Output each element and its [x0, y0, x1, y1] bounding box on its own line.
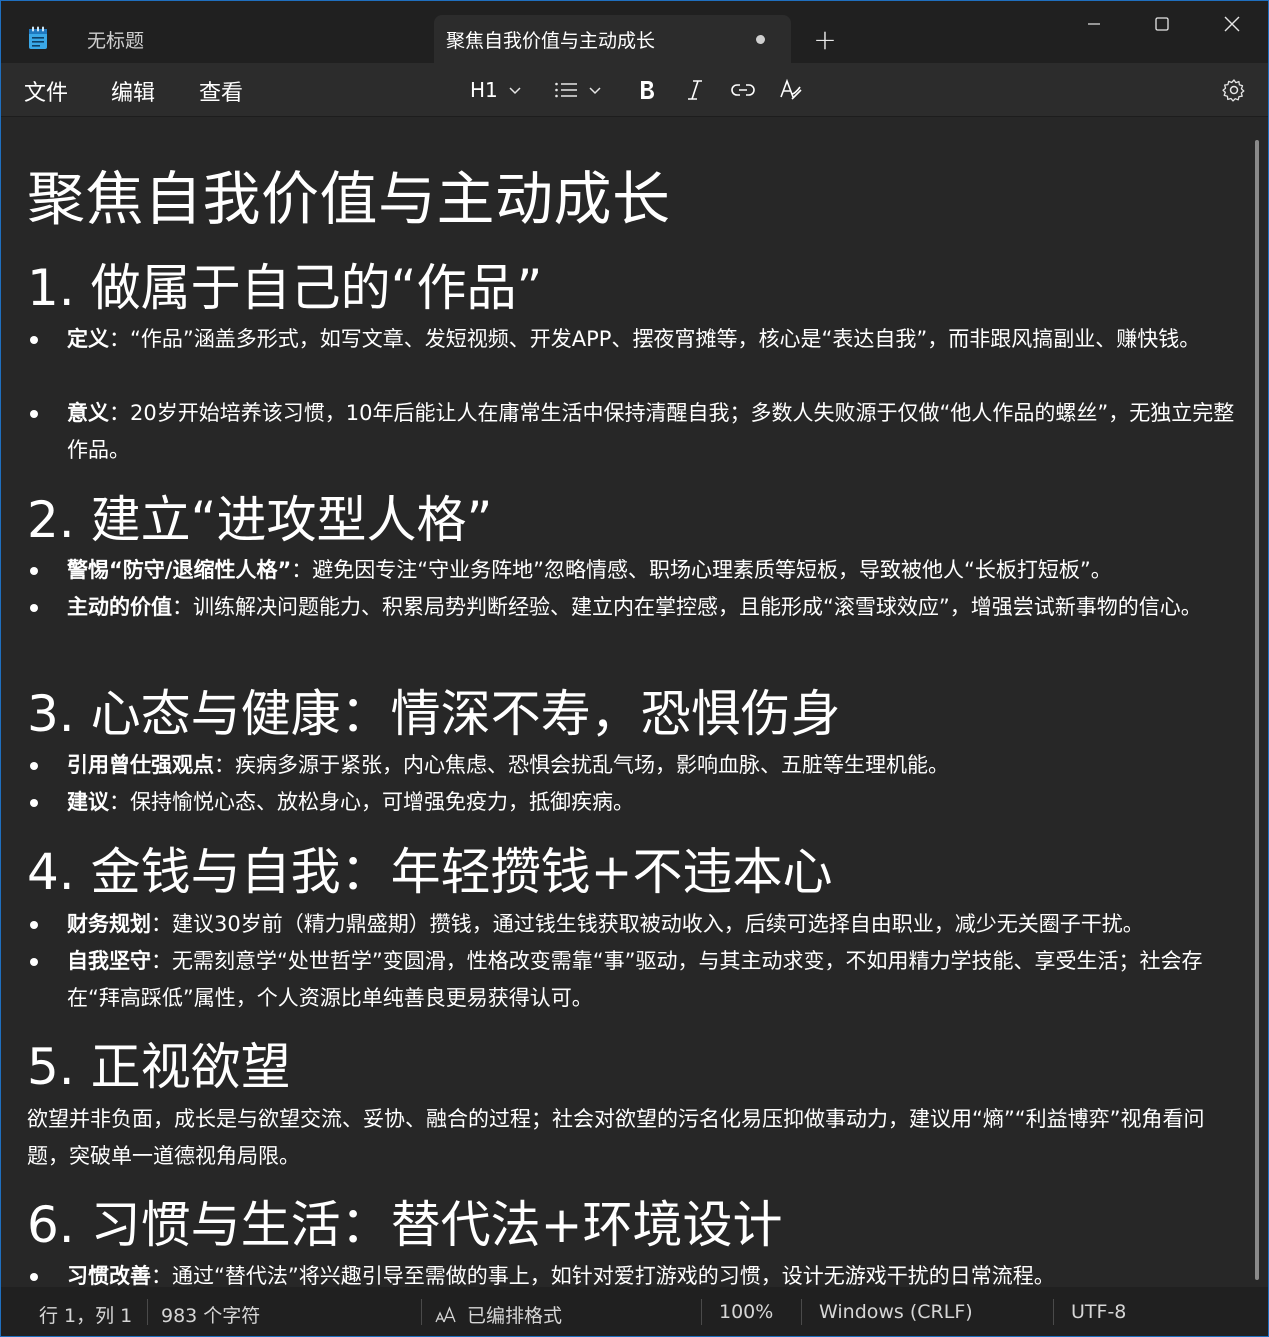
clear-formatting-icon: [780, 78, 802, 100]
menu-toolbar: 文件 编辑 查看 H1: [1, 63, 1268, 117]
bold-icon: [641, 81, 654, 99]
list-dropdown[interactable]: [554, 75, 602, 105]
list-item: 定义：“作品”涵盖多形式，如写文章、发短视频、开发APP、摆夜宵摊等，核心是“表…: [27, 321, 1243, 358]
bold-button[interactable]: [638, 75, 656, 105]
heading-dropdown[interactable]: H1: [470, 75, 522, 105]
formatting-status[interactable]: 已编排格式: [435, 1301, 562, 1328]
section-heading-1: 1. 做属于自己的“作品”: [27, 259, 543, 317]
vertical-scrollbar[interactable]: [1255, 140, 1259, 1280]
title-bar: 无标题 聚焦自我价值与主动成长 +: [1, 1, 1268, 63]
bullet-text: ：建议30岁前（精力鼎盛期）攒钱，通过钱生钱获取被动收入，后续可选择自由职业，减…: [151, 912, 1144, 936]
bullet-label: 自我坚守: [67, 949, 151, 973]
link-icon: [731, 84, 755, 96]
menu-file[interactable]: 文件: [24, 75, 68, 107]
list-icon: [555, 82, 577, 98]
status-divider: [421, 1299, 422, 1325]
zoom-level[interactable]: 100%: [719, 1301, 773, 1323]
heading-level: H1: [470, 78, 498, 102]
bullet-text: ：20岁开始培养该习惯，10年后能让人在庸常生活中保持清醒自我；多数人失败源于仅…: [67, 401, 1235, 462]
document-title: 聚焦自我价值与主动成长: [27, 165, 671, 233]
formatting-label: 已编排格式: [467, 1305, 563, 1327]
chevron-down-icon: [589, 87, 601, 95]
bullet-label: 意义: [67, 401, 109, 425]
bullet-text: ：避免因专注“守业务阵地”忽略情感、职场心理素质等短板，导致被他人“长板打短板”…: [291, 558, 1112, 582]
editor-area[interactable]: 聚焦自我价值与主动成长 1. 做属于自己的“作品” 定义：“作品”涵盖多形式，如…: [1, 118, 1254, 1286]
close-button[interactable]: [1197, 1, 1267, 47]
tab-active-document[interactable]: 聚焦自我价值与主动成长: [434, 15, 791, 63]
settings-button[interactable]: [1222, 75, 1246, 105]
tab-label: 无标题: [87, 29, 145, 52]
notepad-window: 无标题 聚焦自我价值与主动成长 + 文件 编辑 查看 H1 聚焦自我价值与主动成…: [0, 0, 1269, 1337]
tab-untitled[interactable]: 无标题: [61, 15, 431, 63]
tab-label: 聚焦自我价值与主动成长: [446, 29, 656, 52]
list-item: 自我坚守：无需刻意学“处世哲学”变圆滑，性格改变需靠“事”驱动，与其主动求变，不…: [27, 943, 1243, 1017]
bullet-label: 定义: [67, 327, 109, 351]
bullet-text: ：保持愉悦心态、放松身心，可增强免疫力，抵御疾病。: [109, 790, 634, 814]
paragraph: 欲望并非负面，成长是与欲望交流、妥协、融合的过程；社会对欲望的污名化易压抑做事动…: [27, 1107, 1205, 1168]
unsaved-dot-icon[interactable]: [756, 35, 765, 44]
list-item: 引用曾仕强观点：疾病多源于紧张，内心焦虑、恐惧会扰乱气场，影响血脉、五脏等生理机…: [27, 747, 1243, 784]
list-item: 财务规划：建议30岁前（精力鼎盛期）攒钱，通过钱生钱获取被动收入，后续可选择自由…: [27, 906, 1243, 943]
bullet-text: ：无需刻意学“处世哲学”变圆滑，性格改变需靠“事”驱动，与其主动求变，不如用精力…: [67, 949, 1203, 1010]
status-divider: [801, 1299, 802, 1325]
close-icon: [1224, 16, 1240, 32]
minimize-button[interactable]: [1059, 1, 1129, 47]
bullet-text: ：通过“替代法”将兴趣引导至需做的事上，如针对爱打游戏的习惯，设计无游戏干扰的日…: [151, 1264, 1055, 1286]
encoding[interactable]: UTF-8: [1071, 1301, 1126, 1323]
new-tab-button[interactable]: +: [809, 25, 841, 57]
section-heading-5: 5. 正视欲望: [27, 1038, 291, 1096]
list-item: 意义：20岁开始培养该习惯，10年后能让人在庸常生活中保持清醒自我；多数人失败源…: [27, 395, 1243, 469]
section-heading-4: 4. 金钱与自我：年轻攒钱+不违本心: [27, 843, 833, 901]
list-item: 主动的价值：训练解决问题能力、积累局势判断经验、建立内在掌控感，且能形成“滚雪球…: [27, 589, 1243, 626]
status-bar: 行 1，列 1 983 个字符 已编排格式 100% Windows (CRLF…: [1, 1287, 1268, 1336]
gear-icon: [1222, 79, 1245, 102]
bullet-label: 建议: [67, 790, 109, 814]
maximize-button[interactable]: [1127, 1, 1197, 47]
cursor-position[interactable]: 行 1，列 1: [39, 1301, 132, 1328]
text-size-icon: [435, 1305, 456, 1322]
minimize-icon: [1088, 23, 1100, 25]
menu-view[interactable]: 查看: [199, 75, 243, 107]
section-heading-3: 3. 心态与健康：情深不寿，恐惧伤身: [27, 685, 841, 743]
bullet-label: 引用曾仕强观点: [67, 753, 214, 777]
list-item: 习惯改善：通过“替代法”将兴趣引导至需做的事上，如针对爱打游戏的习惯，设计无游戏…: [27, 1258, 1243, 1286]
notepad-app-icon: [29, 26, 47, 49]
bullet-label: 财务规划: [67, 912, 151, 936]
list-item: 警惕“防守/退缩性人格”：避免因专注“守业务阵地”忽略情感、职场心理素质等短板，…: [27, 552, 1243, 589]
status-divider: [147, 1299, 148, 1325]
bullet-label: 主动的价值: [67, 595, 172, 619]
bullet-text: ：训练解决问题能力、积累局势判断经验、建立内在掌控感，且能形成“滚雪球效应”，增…: [172, 595, 1202, 619]
bullet-label: 习惯改善: [67, 1264, 151, 1286]
bullet-text: ：疾病多源于紧张，内心焦虑、恐惧会扰乱气场，影响血脉、五脏等生理机能。: [214, 753, 949, 777]
line-ending[interactable]: Windows (CRLF): [819, 1301, 973, 1323]
list-item: 建议：保持愉悦心态、放松身心，可增强免疫力，抵御疾病。: [27, 784, 1243, 821]
clear-formatting-button[interactable]: [779, 75, 803, 105]
character-count: 983 个字符: [161, 1305, 261, 1327]
italic-icon: [688, 80, 702, 100]
link-button[interactable]: [731, 75, 755, 105]
bullet-label: 警惕“防守/退缩性人格”: [67, 558, 292, 582]
section-heading-6: 6. 习惯与生活：替代法+环境设计: [27, 1196, 783, 1254]
bullet-text: ：“作品”涵盖多形式，如写文章、发短视频、开发APP、摆夜宵摊等，核心是“表达自…: [109, 327, 1201, 351]
status-divider: [701, 1299, 702, 1325]
italic-button[interactable]: [686, 75, 704, 105]
maximize-icon: [1155, 17, 1169, 31]
chevron-down-icon: [509, 87, 521, 95]
menu-edit[interactable]: 编辑: [111, 75, 155, 107]
status-divider: [1053, 1299, 1054, 1325]
section-heading-2: 2. 建立“进攻型人格”: [27, 491, 493, 549]
